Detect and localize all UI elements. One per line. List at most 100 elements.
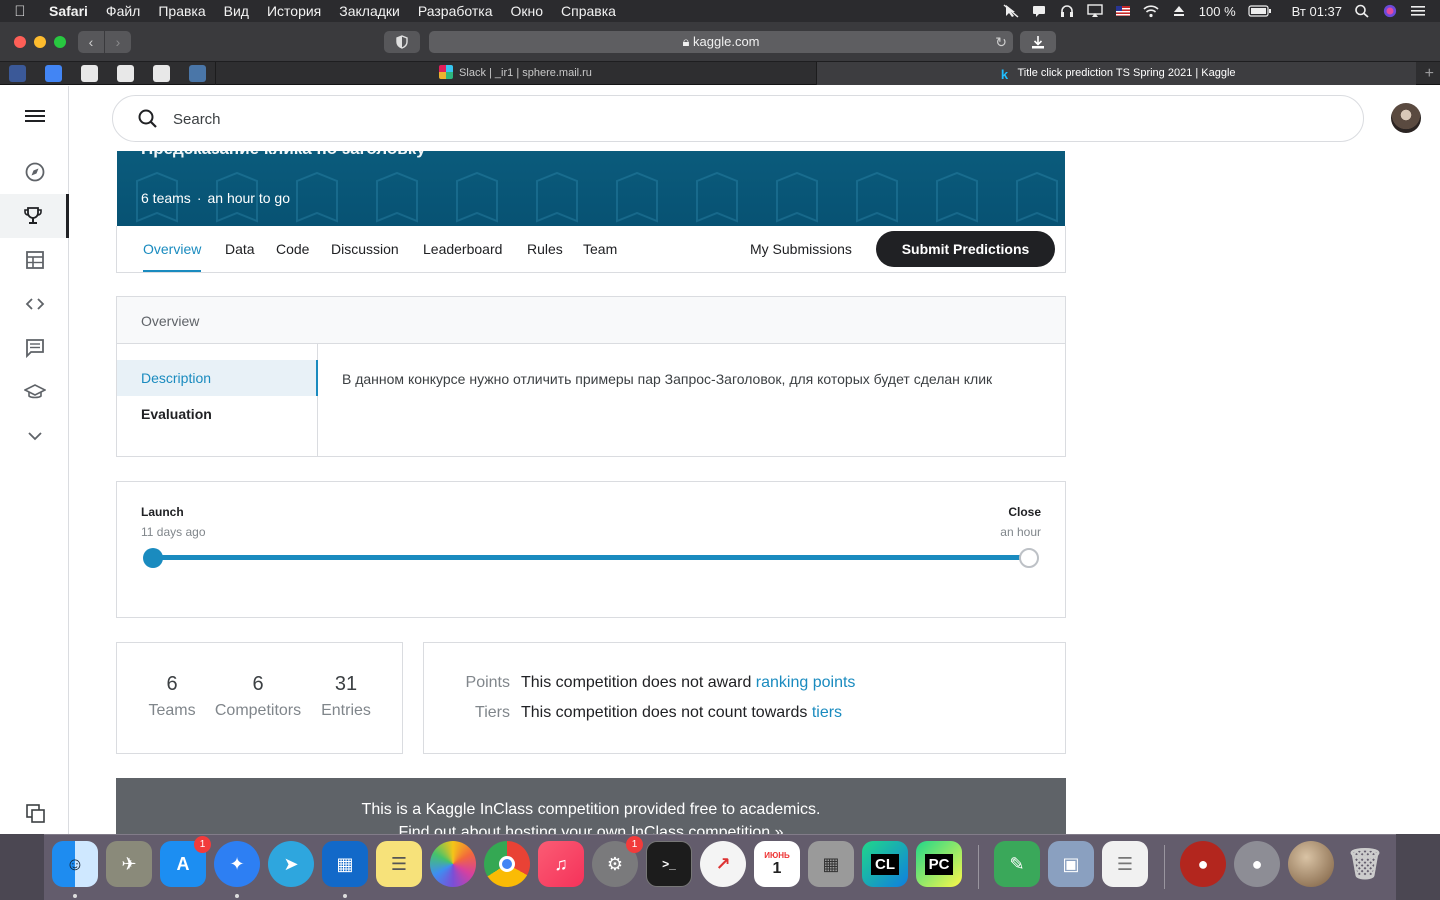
dock-finder-icon[interactable]: ☺ (52, 841, 98, 887)
tiers-link[interactable]: tiers (812, 704, 842, 721)
tab-rules[interactable]: Rules (527, 226, 563, 272)
rail-code[interactable] (0, 282, 69, 326)
dock-trello-icon[interactable]: ▦ (322, 841, 368, 887)
dock-calculator-icon[interactable]: ▦ (808, 841, 854, 887)
tab-discussion[interactable]: Discussion (331, 226, 399, 272)
tab-data[interactable]: Data (225, 226, 255, 272)
bookmark-github-icon-3[interactable] (153, 65, 170, 82)
new-tab-plus-icon[interactable]: + (1425, 62, 1434, 85)
search-bar[interactable] (112, 95, 1364, 142)
dock-document-icon[interactable]: ☰ (1102, 841, 1148, 887)
menu-develop[interactable]: Разработка (409, 0, 502, 22)
tab-leaderboard[interactable]: Leaderboard (423, 226, 502, 272)
points-key: Points (465, 674, 510, 691)
tab-slack[interactable]: Slack | _ir1 | sphere.mail.ru (215, 62, 815, 85)
siri-icon[interactable] (1382, 4, 1398, 18)
dock-system-preferences-icon[interactable]: ⚙ 1 (592, 836, 643, 887)
window-minimize-button[interactable] (34, 36, 46, 48)
dock-numbers-icon[interactable]: ✎ (994, 841, 1040, 887)
cursor-off-icon[interactable] (1003, 4, 1019, 18)
wifi-icon[interactable] (1143, 4, 1159, 18)
address-bar[interactable]: 🔒︎ kaggle.com ↻ (429, 31, 1013, 53)
deadline-meta: an hour to go (207, 190, 290, 206)
inclass-hosting-link[interactable]: Find out about hosting your own InClass … (116, 824, 1066, 834)
rail-more[interactable] (0, 414, 69, 458)
bookmark-github-icon-2[interactable] (117, 65, 134, 82)
dock-telegram-icon[interactable]: ➤ (268, 841, 314, 887)
eject-icon[interactable] (1171, 4, 1187, 18)
reload-icon[interactable]: ↻ (995, 31, 1007, 53)
bookmark-vk-icon[interactable] (189, 65, 206, 82)
menu-edit[interactable]: Правка (149, 0, 214, 22)
privacy-report-button[interactable] (384, 31, 420, 53)
dock-trash-icon[interactable]: 🗑︎ (1342, 841, 1388, 887)
dock-photos-icon[interactable] (430, 841, 476, 887)
tab-overview[interactable]: Overview (143, 226, 202, 272)
menu-file[interactable]: Файл (97, 0, 149, 22)
forward-button[interactable]: › (105, 31, 131, 53)
clock[interactable]: Вт 01:37 (1292, 4, 1342, 19)
copy-icon[interactable] (25, 803, 47, 825)
bookmark-facebook-icon[interactable] (9, 65, 26, 82)
tiers-value: This competition does not count towards … (521, 704, 843, 721)
headphones-icon[interactable] (1059, 4, 1075, 18)
dock-notes-icon[interactable]: ☰ (376, 841, 422, 887)
dock-clion-icon[interactable]: CL (862, 841, 908, 887)
menu-window[interactable]: Окно (501, 0, 552, 22)
battery-icon[interactable] (1248, 4, 1272, 18)
apple-menu-icon[interactable]:  (0, 3, 40, 20)
window-zoom-button[interactable] (54, 36, 66, 48)
competition-header-banner: Предсказание клика по заголовку 6 teams ·… (117, 151, 1065, 226)
timeline-start-marker (143, 548, 163, 568)
hamburger-menu-icon[interactable] (25, 108, 45, 124)
dock-calendar-icon[interactable]: ИЮНЬ 1 (754, 841, 800, 887)
submit-predictions-button[interactable]: Submit Predictions (876, 231, 1055, 267)
menu-app-safari[interactable]: Safari (40, 0, 97, 22)
section-evaluation-link[interactable]: Evaluation (117, 396, 318, 432)
dock-ironman-icon[interactable]: ● (1180, 841, 1226, 887)
control-center-icon[interactable] (1410, 4, 1426, 18)
menu-bookmarks[interactable]: Закладки (330, 0, 409, 22)
rail-courses[interactable] (0, 370, 69, 414)
spotlight-search-icon[interactable] (1354, 4, 1370, 18)
menu-help[interactable]: Справка (552, 0, 625, 22)
dock-safari-icon[interactable]: ✦ (214, 841, 260, 887)
rail-datasets[interactable] (0, 238, 69, 282)
dock-terminal-icon[interactable]: >_ (646, 841, 692, 887)
back-button[interactable]: ‹ (78, 31, 104, 53)
search-icon (138, 109, 157, 128)
bookmark-github-icon[interactable] (81, 65, 98, 82)
dock-pycharm-icon[interactable]: PC (916, 841, 962, 887)
dock-chrome-icon[interactable] (484, 841, 530, 887)
tab-team[interactable]: Team (583, 226, 617, 272)
dock-clock-icon[interactable]: ↗ (700, 841, 746, 887)
avatar[interactable] (1391, 103, 1421, 133)
ranking-points-link[interactable]: ranking points (756, 674, 856, 691)
dock-planet-icon[interactable] (1288, 841, 1334, 887)
dock-image-viewer-icon[interactable]: ▣ (1048, 841, 1094, 887)
rail-explore[interactable] (0, 150, 69, 194)
stat-competitors-label: Competitors (214, 702, 302, 719)
dock-app-store-icon[interactable]: A1 (160, 836, 211, 887)
search-input[interactable] (173, 108, 1323, 130)
rail-competitions[interactable] (0, 194, 69, 238)
dock-helmet-icon[interactable]: ● (1234, 841, 1280, 887)
my-submissions-link[interactable]: My Submissions (750, 226, 852, 272)
menu-view[interactable]: Вид (215, 0, 258, 22)
tab-kaggle[interactable]: k Title click prediction TS Spring 2021 |… (816, 62, 1416, 85)
menu-history[interactable]: История (258, 0, 330, 22)
section-description-link[interactable]: Description (117, 360, 318, 396)
close-label: Close (1008, 505, 1041, 519)
dock-preview-icon[interactable]: ✈ (106, 841, 152, 887)
dock-music-icon[interactable]: ♫ (538, 841, 584, 887)
window-close-button[interactable] (14, 36, 26, 48)
downloads-button[interactable] (1020, 31, 1056, 53)
timeline-card: Launch 11 days ago Close an hour (116, 481, 1066, 618)
rail-discussions[interactable] (0, 326, 69, 370)
inclass-notice: This is a Kaggle InClass competition pro… (116, 778, 1066, 834)
notification-off-icon[interactable] (1031, 4, 1047, 18)
airplay-icon[interactable] (1087, 4, 1103, 18)
flag-us-icon[interactable] (1115, 4, 1131, 18)
tab-code[interactable]: Code (276, 226, 309, 272)
bookmark-docs-icon[interactable] (45, 65, 62, 82)
